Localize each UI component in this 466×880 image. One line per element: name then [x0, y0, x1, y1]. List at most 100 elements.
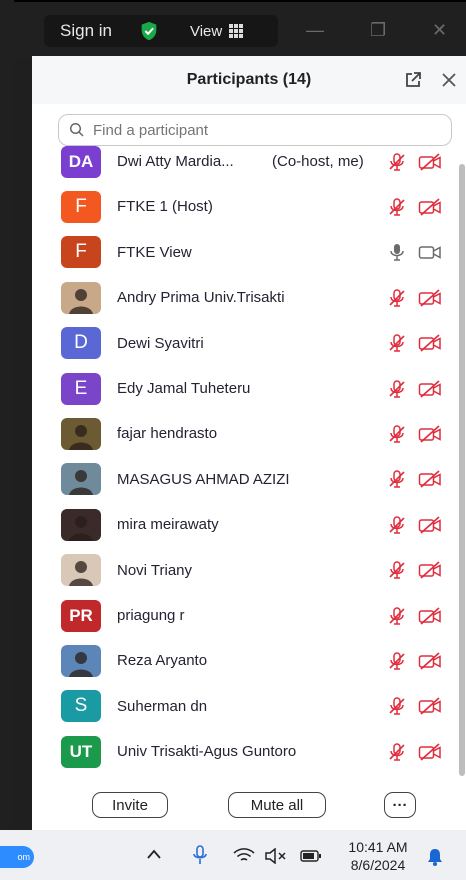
- clock-date: 8/6/2024: [350, 857, 406, 873]
- mic-muted-icon[interactable]: [387, 197, 407, 217]
- mute-all-button[interactable]: Mute all: [228, 792, 326, 818]
- camera-off-icon[interactable]: [418, 651, 442, 671]
- profile-photo-icon: [69, 651, 93, 677]
- zoom-taskbar-app[interactable]: om: [0, 846, 34, 868]
- topbar-controls: Sign in View: [44, 15, 278, 47]
- participant-name: mira meirawaty: [117, 516, 219, 534]
- participant-row[interactable]: F FTKE 1 (Host): [32, 184, 458, 229]
- participant-name: FTKE View: [117, 243, 192, 261]
- camera-off-icon[interactable]: [418, 333, 442, 353]
- participant-row[interactable]: fajar hendrasto: [32, 411, 458, 456]
- sign-in-button[interactable]: Sign in: [60, 21, 112, 41]
- participant-row[interactable]: PR priagung r: [32, 593, 458, 638]
- participant-role: (Co-host, me): [272, 153, 364, 170]
- participant-avatar: [61, 463, 101, 496]
- participant-name: MASAGUS AHMAD AZIZI: [117, 470, 290, 488]
- taskbar-clock[interactable]: 10:41 AM 8/6/2024: [336, 838, 420, 874]
- participant-name: Novi Triany: [117, 561, 193, 579]
- profile-photo-icon: [69, 288, 93, 314]
- window-left-edge: [0, 0, 14, 880]
- mic-muted-icon[interactable]: [387, 560, 407, 580]
- mic-muted-icon[interactable]: [387, 606, 407, 626]
- profile-photo-icon: [69, 515, 93, 541]
- participant-avatar: F: [61, 236, 101, 269]
- volume-muted-icon[interactable]: [264, 848, 288, 864]
- mic-muted-icon[interactable]: [387, 651, 407, 671]
- mic-muted-icon[interactable]: [387, 288, 407, 308]
- participant-name: Univ Trisakti-Agus Guntoro: [117, 743, 297, 761]
- mic-muted-icon[interactable]: [387, 696, 407, 716]
- mic-muted-icon[interactable]: [387, 333, 407, 353]
- participant-row[interactable]: D Dewi Syavitri: [32, 321, 458, 366]
- mic-muted-icon[interactable]: [387, 742, 407, 762]
- camera-off-icon[interactable]: [418, 742, 442, 762]
- search-box: [58, 114, 452, 146]
- camera-off-icon[interactable]: [418, 606, 442, 626]
- participant-row[interactable]: MASAGUS AHMAD AZIZI: [32, 457, 458, 502]
- participant-avatar: UT: [61, 735, 101, 768]
- mic-muted-icon[interactable]: [387, 379, 407, 399]
- clock-time: 10:41 AM: [348, 839, 408, 855]
- battery-icon[interactable]: [300, 850, 322, 862]
- participant-avatar: [61, 644, 101, 677]
- avatar-initials: UT: [69, 741, 93, 761]
- participant-row[interactable]: mira meirawaty: [32, 502, 458, 547]
- participant-row[interactable]: Novi Triany: [32, 548, 458, 593]
- camera-off-icon[interactable]: [418, 424, 442, 444]
- search-icon: [69, 122, 84, 137]
- participant-row[interactable]: DA Dwi Atty Mardia... (Co-host, me): [32, 146, 458, 184]
- camera-off-icon[interactable]: [418, 469, 442, 489]
- participant-name: priagung r: [117, 607, 185, 624]
- more-options-button[interactable]: ···: [384, 792, 416, 818]
- mic-muted-icon[interactable]: [387, 469, 407, 489]
- participant-row[interactable]: Reza Aryanto: [32, 638, 458, 683]
- participant-avatar: [61, 417, 101, 450]
- participant-row[interactable]: F FTKE View: [32, 230, 458, 275]
- participant-name: fajar hendrasto: [117, 425, 218, 443]
- view-button[interactable]: View: [190, 23, 222, 40]
- camera-off-icon[interactable]: [418, 197, 442, 217]
- camera-off-icon[interactable]: [418, 515, 442, 535]
- grid-view-icon: [229, 24, 244, 38]
- camera-off-icon[interactable]: [418, 288, 442, 308]
- participant-list: DA Dwi Atty Mardia... (Co-host, me) F FTKE 1…: [32, 146, 458, 786]
- camera-icon[interactable]: [418, 242, 442, 262]
- microphone-icon[interactable]: [192, 844, 208, 866]
- participant-avatar: DA: [61, 146, 101, 178]
- mic-muted-icon[interactable]: [387, 515, 407, 535]
- participant-name: FTKE 1 (Host): [117, 198, 213, 216]
- minimize-button[interactable]: —: [306, 20, 324, 41]
- chevron-up-icon[interactable]: [146, 848, 162, 860]
- participants-panel: Participants (14) DA Dwi Atty Mardia... (C…: [32, 56, 466, 830]
- participant-avatar: E: [61, 372, 101, 405]
- invite-button[interactable]: Invite: [92, 792, 168, 818]
- participant-name: Dewi Syavitri: [117, 334, 204, 352]
- shield-icon[interactable]: [138, 20, 160, 42]
- close-window-button[interactable]: ✕: [432, 20, 447, 41]
- search-input[interactable]: [91, 120, 435, 140]
- participant-avatar: PR: [61, 599, 101, 632]
- participant-avatar: F: [61, 190, 101, 223]
- camera-off-icon[interactable]: [418, 560, 442, 580]
- close-panel-icon[interactable]: [439, 70, 459, 90]
- participant-avatar: [61, 281, 101, 314]
- mic-icon[interactable]: [387, 242, 407, 262]
- participant-name: Andry Prima Univ.Trisakti: [117, 289, 285, 307]
- participant-row[interactable]: UT Univ Trisakti-Agus Guntoro: [32, 729, 458, 774]
- wifi-icon[interactable]: [232, 848, 256, 864]
- pop-out-icon[interactable]: [403, 70, 423, 90]
- camera-off-icon[interactable]: [418, 696, 442, 716]
- camera-off-icon[interactable]: [418, 379, 442, 399]
- participant-row[interactable]: E Edy Jamal Tuheteru: [32, 366, 458, 411]
- camera-off-icon[interactable]: [418, 152, 442, 172]
- participant-row[interactable]: S Suherman dn: [32, 684, 458, 729]
- restore-button[interactable]: ❐: [370, 20, 386, 41]
- notification-bell-icon[interactable]: [426, 847, 444, 867]
- mic-muted-icon[interactable]: [387, 152, 407, 172]
- mic-muted-icon[interactable]: [387, 424, 407, 444]
- participant-avatar: [61, 508, 101, 541]
- participant-row[interactable]: Andry Prima Univ.Trisakti: [32, 275, 458, 320]
- participant-list-scrollbar[interactable]: [459, 164, 465, 776]
- profile-photo-icon: [69, 424, 93, 450]
- participant-name: Dwi Atty Mardia...: [117, 153, 234, 170]
